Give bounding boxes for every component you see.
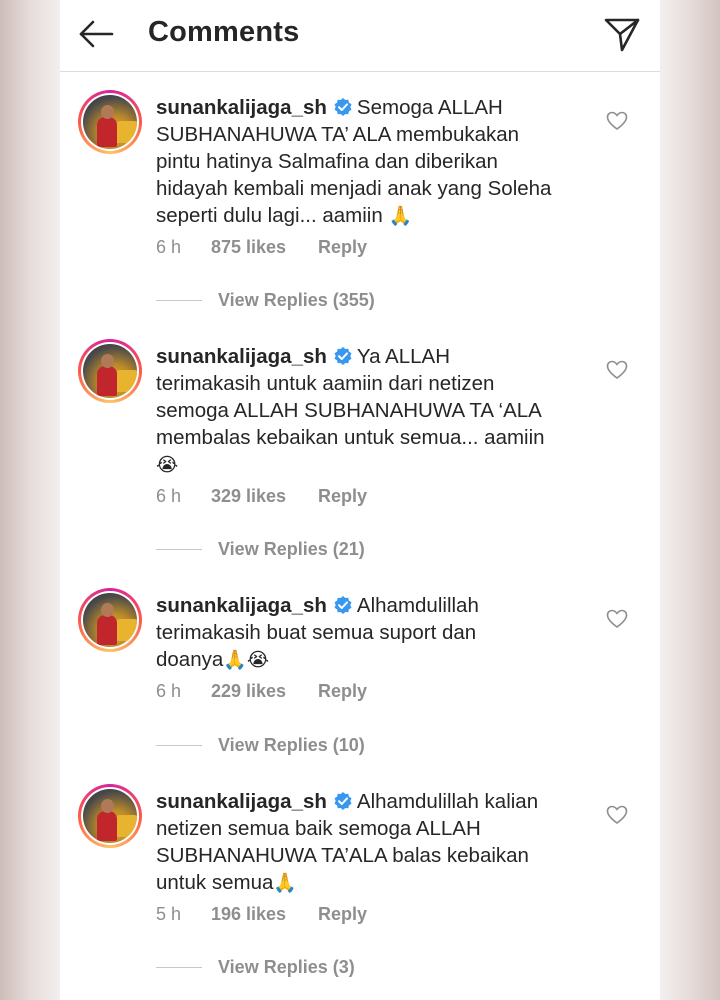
crying-emoji: 😭 (156, 454, 179, 476)
comment-line: membalas kebaikan untuk semua... aamiin (156, 426, 545, 449)
comment-line: Alhamdulillah (356, 594, 479, 617)
verified-badge-icon (334, 347, 352, 365)
comment-line: doanya (156, 648, 224, 671)
comment-line: Ya ALLAH (356, 345, 450, 368)
comment-line: semoga ALLAH SUBHANAHUWA TA ‘ALA (156, 399, 542, 422)
like-heart-icon[interactable] (606, 608, 628, 630)
view-replies-label: View Replies (355) (218, 289, 375, 310)
comments-screen: Comments sunankalijaga_sh Semoga ALLAH SU… (60, 0, 660, 1000)
view-replies-label: View Replies (10) (218, 734, 365, 755)
verified-badge-icon (334, 98, 352, 116)
back-arrow-icon[interactable] (76, 14, 116, 54)
avatar[interactable] (78, 90, 142, 154)
view-replies-button[interactable]: View Replies (21) (156, 537, 365, 561)
comment-username[interactable]: sunankalijaga_sh (156, 345, 327, 368)
view-replies-label: View Replies (3) (218, 956, 355, 977)
comment-line: Semoga ALLAH (356, 96, 503, 119)
comment-line: pintu hatinya Salmafina dan diberikan (156, 150, 498, 173)
comment-likes[interactable]: 196 likes (211, 904, 318, 925)
comment-likes[interactable]: 329 likes (211, 486, 318, 507)
replies-divider (156, 744, 202, 746)
verified-badge-icon (334, 596, 352, 614)
comment-likes[interactable]: 229 likes (211, 681, 318, 702)
reply-button[interactable]: Reply (318, 486, 367, 507)
comment-line: SUBHANAHUWA TA’ALA balas kebaikan (156, 844, 529, 867)
comment-text: sunankalijaga_sh Alhamdulillah kalian net… (156, 788, 596, 897)
comment-line: seperti dulu lagi... aamiin (156, 204, 383, 227)
replies-divider (156, 548, 202, 550)
comment-line: Alhamdulillah kalian (356, 790, 539, 813)
comment-line: netizen semua baik semoga ALLAH (156, 817, 481, 840)
pray-crying-emoji: 🙏😭 (223, 649, 270, 671)
avatar[interactable] (78, 784, 142, 848)
comment-line: terimakasih buat semua suport dan (156, 621, 477, 644)
reply-button[interactable]: Reply (318, 681, 367, 702)
comment-time: 5 h (156, 904, 182, 924)
comment-likes[interactable]: 875 likes (211, 237, 318, 258)
view-replies-button[interactable]: View Replies (10) (156, 733, 365, 757)
like-heart-icon[interactable] (606, 804, 628, 826)
comment-username[interactable]: sunankalijaga_sh (156, 96, 327, 119)
reply-button[interactable]: Reply (318, 904, 367, 925)
comment-meta: 5 h 196 likes Reply (156, 904, 367, 925)
view-replies-button[interactable]: View Replies (3) (156, 955, 355, 979)
verified-badge-icon (334, 792, 352, 810)
replies-divider (156, 966, 202, 968)
comment-line: SUBHANAHUWA TA’ ALA membukakan (156, 123, 520, 146)
comment-line: hidayah kembali menjadi anak yang Soleha (156, 177, 552, 200)
avatar[interactable] (78, 339, 142, 403)
comment-text: sunankalijaga_sh Ya ALLAH terimakasih unt… (156, 343, 596, 479)
like-heart-icon[interactable] (606, 359, 628, 381)
comment-meta: 6 h 875 likes Reply (156, 237, 367, 258)
pray-emoji: 🙏 (273, 872, 298, 894)
like-heart-icon[interactable] (606, 110, 628, 132)
comment-text: sunankalijaga_sh Alhamdulillah terimakasi… (156, 592, 596, 674)
top-bar: Comments (60, 0, 660, 72)
comment-meta: 6 h 229 likes Reply (156, 681, 367, 702)
comment-text: sunankalijaga_sh Semoga ALLAH SUBHANAHUWA… (156, 94, 596, 230)
avatar[interactable] (78, 588, 142, 652)
comment-meta: 6 h 329 likes Reply (156, 486, 367, 507)
view-replies-label: View Replies (21) (218, 538, 365, 559)
comment-line: untuk semua (156, 871, 274, 894)
pray-emoji: 🙏 (388, 205, 413, 227)
comment-username[interactable]: sunankalijaga_sh (156, 594, 327, 617)
comment-username[interactable]: sunankalijaga_sh (156, 790, 327, 813)
reply-button[interactable]: Reply (318, 237, 367, 258)
direct-share-icon[interactable] (600, 12, 644, 56)
replies-divider (156, 299, 202, 301)
comment-time: 6 h (156, 681, 182, 701)
comment-line: terimakasih untuk aamiin dari netizen (156, 372, 495, 395)
comment-time: 6 h (156, 486, 182, 506)
page-title: Comments (148, 16, 300, 48)
comment-time: 6 h (156, 237, 182, 257)
view-replies-button[interactable]: View Replies (355) (156, 288, 375, 312)
